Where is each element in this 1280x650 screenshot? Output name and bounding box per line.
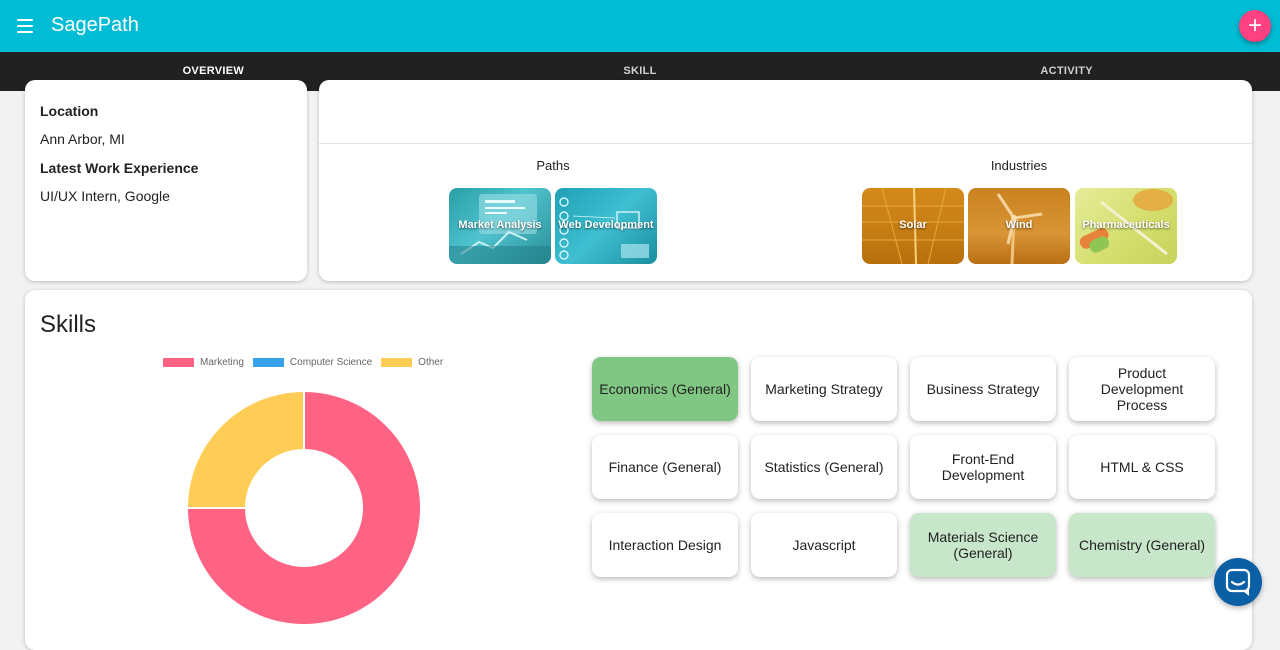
- skill-chip[interactable]: Marketing Strategy: [751, 357, 897, 421]
- path-tile-market-analysis[interactable]: Market Analysis: [449, 188, 551, 264]
- industry-tile-wind[interactable]: Wind: [968, 188, 1070, 264]
- divider: [319, 143, 1252, 144]
- skills-donut-chart: [185, 389, 422, 624]
- skill-chip[interactable]: Statistics (General): [751, 435, 897, 499]
- skill-chip[interactable]: Javascript: [751, 513, 897, 577]
- industry-tile-label: Pharmaceuticals: [1082, 219, 1170, 231]
- profile-card: Location Ann Arbor, MI Latest Work Exper…: [25, 80, 307, 281]
- skill-chip[interactable]: Front-End Development: [910, 435, 1056, 499]
- location-label: Location: [40, 103, 99, 119]
- chat-icon: [1225, 568, 1251, 596]
- skill-chip[interactable]: Economics (General): [592, 357, 738, 421]
- location-value: Ann Arbor, MI: [40, 131, 125, 147]
- work-experience-label: Latest Work Experience: [40, 160, 199, 176]
- industry-tile-label: Solar: [899, 219, 927, 231]
- industry-tile-label: Wind: [1005, 219, 1033, 231]
- skill-chip[interactable]: Finance (General): [592, 435, 738, 499]
- path-tile-label: Web Development: [558, 219, 654, 231]
- skills-card: Skills Marketing Computer Science Other …: [25, 290, 1252, 650]
- add-button[interactable]: +: [1239, 10, 1271, 42]
- skill-chip[interactable]: Interaction Design: [592, 513, 738, 577]
- industry-tile-pharmaceuticals[interactable]: Pharmaceuticals: [1075, 188, 1177, 264]
- app-title: SagePath: [51, 14, 139, 36]
- industry-tile-solar[interactable]: Solar: [862, 188, 964, 264]
- skill-chip[interactable]: Chemistry (General): [1069, 513, 1215, 577]
- donut-slice-other[interactable]: [185, 389, 305, 509]
- skill-chip-grid: Economics (General) Marketing Strategy Bus…: [592, 357, 1215, 577]
- chat-launcher-button[interactable]: [1214, 558, 1262, 606]
- path-tile-web-development[interactable]: Web Development: [555, 188, 657, 264]
- skill-chip[interactable]: Business Strategy: [910, 357, 1056, 421]
- skill-chip[interactable]: Product Development Process: [1069, 357, 1215, 421]
- industries-title: Industries: [990, 158, 1048, 173]
- skill-chip[interactable]: Materials Science (General): [910, 513, 1056, 577]
- app-bar: SagePath +: [0, 0, 1280, 52]
- hamburger-menu-icon[interactable]: [17, 19, 33, 33]
- skill-chip[interactable]: HTML & CSS: [1069, 435, 1215, 499]
- paths-industries-card: Paths Industries Market Analysis Web Dev…: [319, 80, 1252, 281]
- work-experience-value: UI/UX Intern, Google: [40, 188, 170, 204]
- path-tile-label: Market Analysis: [458, 219, 542, 231]
- paths-title: Paths: [536, 158, 570, 173]
